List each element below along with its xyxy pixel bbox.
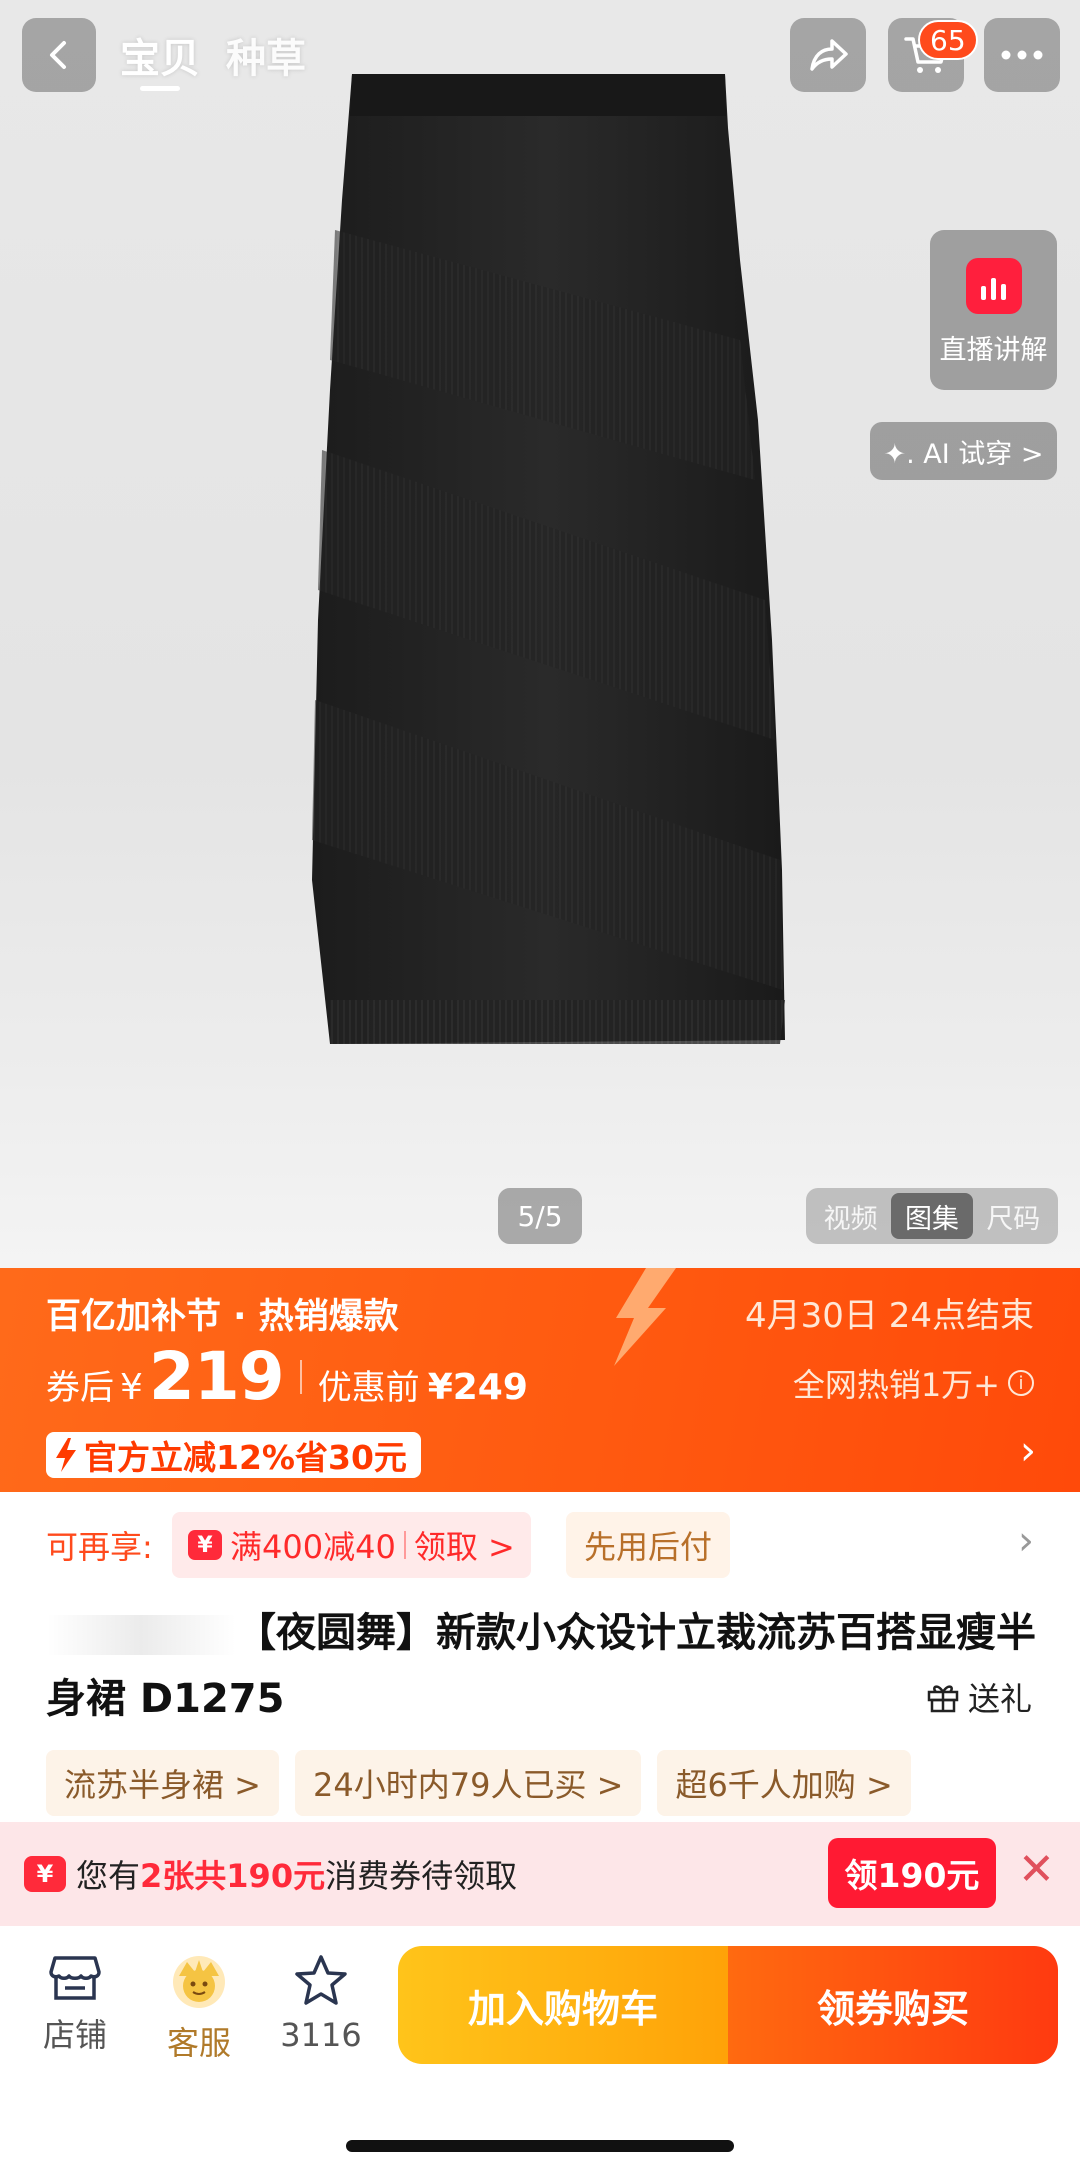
more-button[interactable] bbox=[984, 18, 1060, 92]
tab-zhongcao[interactable]: 种草 bbox=[226, 26, 306, 84]
benefits-label: 可再享: bbox=[46, 1528, 153, 1566]
hot-sales-text: 全网热销1万+ bbox=[792, 1366, 1000, 1404]
hot-sales[interactable]: 全网热销1万+ i bbox=[793, 1360, 1034, 1406]
extra-benefits-row[interactable]: 可再享: ¥ 满400减40 领取 > 先用后付 › bbox=[0, 1492, 1080, 1602]
add-to-cart-button[interactable]: 加入购物车 bbox=[398, 1946, 728, 2064]
shop-icon bbox=[49, 1956, 101, 2000]
live-explain-button[interactable]: 直播讲解 bbox=[930, 230, 1057, 390]
product-image[interactable] bbox=[0, 0, 1080, 1268]
back-button[interactable] bbox=[22, 18, 96, 92]
top-navigation: 宝贝 种草 65 bbox=[0, 14, 1080, 94]
coupon-notice-text: 您有2张共190元消费券待领取 bbox=[76, 1851, 517, 1897]
official-discount-tag: 官方立减12%省30元 bbox=[46, 1432, 421, 1478]
media-tab-size[interactable]: 尺码 bbox=[973, 1193, 1054, 1239]
coupon-notice-bar: ¥ 您有2张共190元消费券待领取 领190元 ✕ bbox=[0, 1822, 1080, 1926]
notice-suffix: 消费券待领取 bbox=[325, 1857, 518, 1895]
product-tags: 流苏半身裙 > 24小时内79人已买 > 超6千人加购 > bbox=[46, 1750, 911, 1816]
price-divider bbox=[299, 1359, 302, 1394]
original-price: ¥249 bbox=[427, 1367, 528, 1408]
blurred-brand bbox=[46, 1615, 236, 1655]
live-label: 直播讲解 bbox=[939, 335, 1048, 366]
live-icon bbox=[965, 258, 1022, 314]
coupon-claim: 领取 > bbox=[413, 1528, 515, 1566]
gift-button[interactable]: 送礼 bbox=[926, 1674, 1032, 1720]
share-icon bbox=[810, 39, 848, 71]
yen-badge-icon: ¥ bbox=[24, 1856, 66, 1892]
tab-baobei[interactable]: 宝贝 bbox=[120, 26, 200, 84]
promo-end-time: 4月30日 24点结束 bbox=[745, 1296, 1034, 1336]
skirt-image bbox=[312, 74, 785, 1044]
chip-divider bbox=[403, 1531, 406, 1559]
lightning-small-icon bbox=[56, 1438, 76, 1472]
price-prefix: 券后 bbox=[46, 1368, 114, 1408]
media-tabs: 视频 图集 尺码 bbox=[806, 1188, 1058, 1244]
purchase-buttons: 加入购物车 领券购买 bbox=[398, 1946, 1058, 2064]
chevron-right-icon: › bbox=[1018, 1518, 1034, 1564]
notice-prefix: 您有 bbox=[76, 1857, 141, 1895]
shop-label: 店铺 bbox=[42, 2016, 107, 2054]
more-icon bbox=[1001, 50, 1043, 60]
yen-badge-icon: ¥ bbox=[188, 1530, 222, 1560]
chevron-left-icon bbox=[50, 41, 66, 69]
image-counter: 5/5 bbox=[498, 1188, 582, 1244]
info-icon: i bbox=[1008, 1370, 1034, 1396]
cart-count-badge: 65 bbox=[918, 20, 978, 60]
product-title: 【夜圆舞】新款小众设计立裁流苏百搭显瘦半身裙 D1275 bbox=[46, 1600, 1036, 1732]
currency-symbol: ¥ bbox=[120, 1367, 143, 1408]
claim-coupons-button[interactable]: 领190元 bbox=[828, 1838, 996, 1908]
coupon-text: 满400减40 bbox=[230, 1528, 396, 1566]
star-icon bbox=[295, 1955, 347, 2005]
customer-service-label: 客服 bbox=[166, 2024, 231, 2062]
lightning-icon bbox=[614, 1268, 676, 1366]
ai-try-on-button[interactable]: ✦. AI 试穿 > bbox=[870, 422, 1057, 480]
original-price-label: 优惠前 bbox=[317, 1368, 420, 1408]
media-tab-video[interactable]: 视频 bbox=[810, 1193, 891, 1239]
promo-banner[interactable]: 百亿加补节 · 热销爆款 4月30日 24点结束 券后 ¥ 219 优惠前 ¥2… bbox=[0, 1268, 1080, 1492]
buy-with-coupon-button[interactable]: 领券购买 bbox=[728, 1946, 1058, 2064]
close-icon[interactable]: ✕ bbox=[1018, 1844, 1055, 1895]
gift-label: 送礼 bbox=[967, 1680, 1032, 1718]
discount-text: 官方立减12%省30元 bbox=[84, 1438, 407, 1477]
favorite-button[interactable]: 3116 bbox=[266, 1954, 376, 2054]
favorite-count: 3116 bbox=[280, 2016, 362, 2054]
notice-highlight: 2张共190元 bbox=[140, 1857, 326, 1895]
customer-service-icon bbox=[173, 1956, 225, 2008]
tag-category[interactable]: 流苏半身裙 > bbox=[46, 1750, 279, 1816]
active-tab-indicator bbox=[140, 86, 180, 91]
promo-title: 百亿加补节 · 热销爆款 bbox=[46, 1297, 399, 1337]
shop-button[interactable]: 店铺 bbox=[20, 1954, 130, 2056]
tag-add-to-cart-count[interactable]: 超6千人加购 > bbox=[657, 1750, 911, 1816]
bottom-action-bar: 店铺 客服 3116 加入购物车 领券购买 bbox=[0, 1926, 1080, 2176]
tag-recent-buyers[interactable]: 24小时内79人已买 > bbox=[295, 1750, 642, 1816]
pay-later-chip[interactable]: 先用后付 bbox=[566, 1512, 731, 1578]
customer-service-button[interactable]: 客服 bbox=[144, 1954, 254, 2064]
price-row: 券后 ¥ 219 优惠前 ¥249 bbox=[46, 1338, 528, 1415]
home-indicator bbox=[346, 2140, 734, 2152]
coupon-price: 219 bbox=[148, 1338, 285, 1415]
store-coupon-chip[interactable]: ¥ 满400减40 领取 > bbox=[172, 1512, 531, 1578]
gift-icon bbox=[927, 1685, 959, 1713]
chevron-right-icon: › bbox=[1020, 1428, 1036, 1474]
share-button[interactable] bbox=[790, 18, 866, 92]
media-tab-gallery[interactable]: 图集 bbox=[891, 1193, 973, 1239]
